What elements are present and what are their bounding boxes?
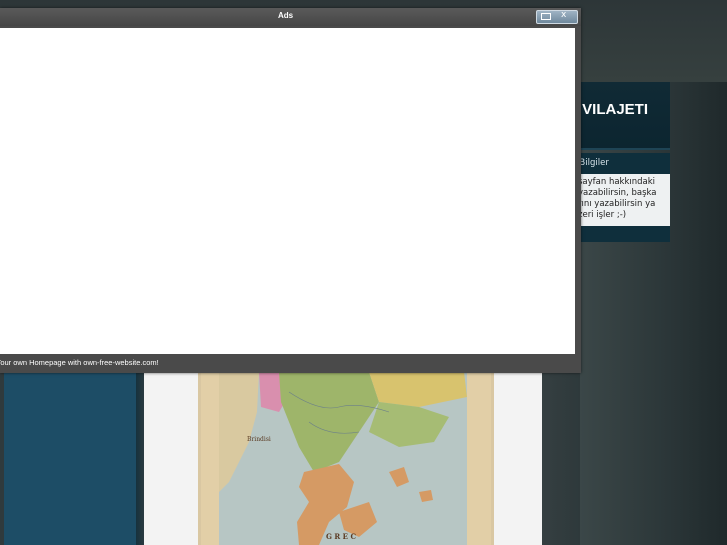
window-controls: x <box>536 10 578 24</box>
left-panel-shadow <box>136 372 144 545</box>
popup-titlebar[interactable]: Ads x <box>0 8 581 26</box>
right-column-background <box>580 82 727 545</box>
info-line: yazabilirsin, başka <box>578 188 657 198</box>
ad-content-area[interactable] <box>0 28 575 354</box>
historical-map-image: Brindisi G R E C <box>198 372 494 545</box>
info-line: zeri işler ;-) <box>578 210 627 220</box>
popup-title: Ads <box>277 11 294 20</box>
map-label-brindisi: Brindisi <box>247 436 271 443</box>
ads-popup-window: Ads x Your own Homepage with own-free-we… <box>0 8 581 373</box>
close-icon[interactable]: x <box>561 10 566 20</box>
map-drawing <box>219 372 467 545</box>
info-line: rını yazabilirsin ya <box>578 199 656 209</box>
left-sidebar-panel <box>4 372 136 545</box>
maximize-icon[interactable] <box>541 13 551 20</box>
homepage-promo-link[interactable]: Your own Homepage with own-free-website.… <box>0 358 159 367</box>
map-label-greece: G R E C <box>326 532 357 541</box>
right-gap <box>542 372 580 545</box>
info-line: sayfan hakkındaki <box>578 177 656 187</box>
